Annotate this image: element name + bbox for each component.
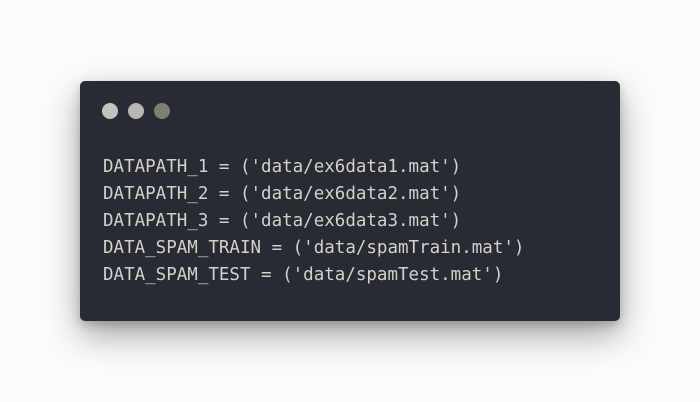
code-line: DATAPATH_2 = ('data/ex6data2.mat') xyxy=(103,184,462,204)
minimize-dot-icon xyxy=(128,103,144,119)
window-controls xyxy=(102,103,170,119)
code-snippet-window: DATAPATH_1 = ('data/ex6data1.mat') DATAPA… xyxy=(80,81,620,321)
close-dot-icon xyxy=(102,103,118,119)
code-line: DATAPATH_3 = ('data/ex6data3.mat') xyxy=(103,211,462,231)
code-block: DATAPATH_1 = ('data/ex6data1.mat') DATAPA… xyxy=(103,154,524,289)
code-line: DATAPATH_1 = ('data/ex6data1.mat') xyxy=(103,157,462,177)
maximize-dot-icon xyxy=(154,103,170,119)
code-line: DATA_SPAM_TRAIN = ('data/spamTrain.mat') xyxy=(103,238,525,258)
code-line: DATA_SPAM_TEST = ('data/spamTest.mat') xyxy=(103,265,504,285)
